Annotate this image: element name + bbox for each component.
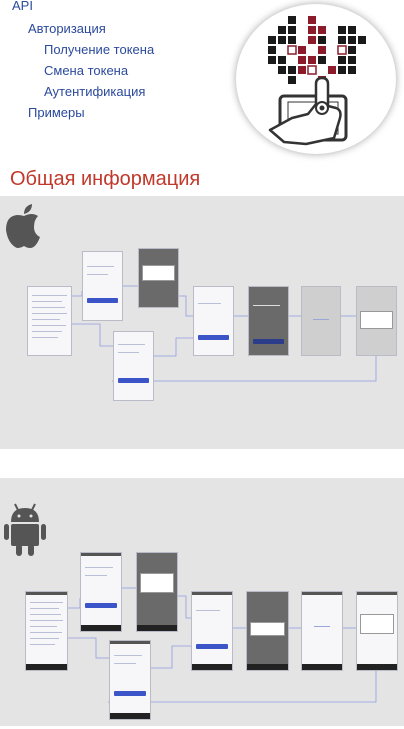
ios-screen-pin-entry (356, 286, 397, 356)
android-screen-sms-code (109, 640, 151, 720)
android-screen-pin-create (191, 591, 233, 671)
product-logo (236, 4, 396, 154)
ios-screen-sms-code (113, 331, 154, 401)
nav-link-get-token[interactable]: Получение токена (44, 42, 154, 57)
ios-screen-confirm-dialog (138, 248, 179, 308)
android-screen-confirm-dialog (136, 552, 178, 632)
ios-screen-main (301, 286, 341, 356)
ios-screen-phone-input (82, 251, 123, 321)
nav-link-api[interactable]: API (12, 0, 33, 13)
nav-link-change-token[interactable]: Смена токена (44, 63, 128, 78)
android-screen-terms (25, 591, 68, 671)
pixel-grid-hand-tablet-icon (268, 16, 366, 146)
page-title: Общая информация (10, 168, 201, 190)
android-flow-panel (0, 478, 404, 726)
nav-link-authorization[interactable]: Авторизация (28, 21, 106, 36)
android-screen-main (301, 591, 343, 671)
ios-flow-panel (0, 196, 404, 449)
android-screen-pin-entry (356, 591, 398, 671)
nav-link-authentication[interactable]: Аутентификация (44, 84, 145, 99)
ios-screen-terms (27, 286, 72, 356)
android-screen-loading (246, 591, 289, 671)
ios-screen-pin-create (193, 286, 234, 356)
ios-screen-loading (248, 286, 289, 356)
android-screen-phone-input (80, 552, 122, 632)
nav-link-examples[interactable]: Примеры (28, 105, 85, 120)
